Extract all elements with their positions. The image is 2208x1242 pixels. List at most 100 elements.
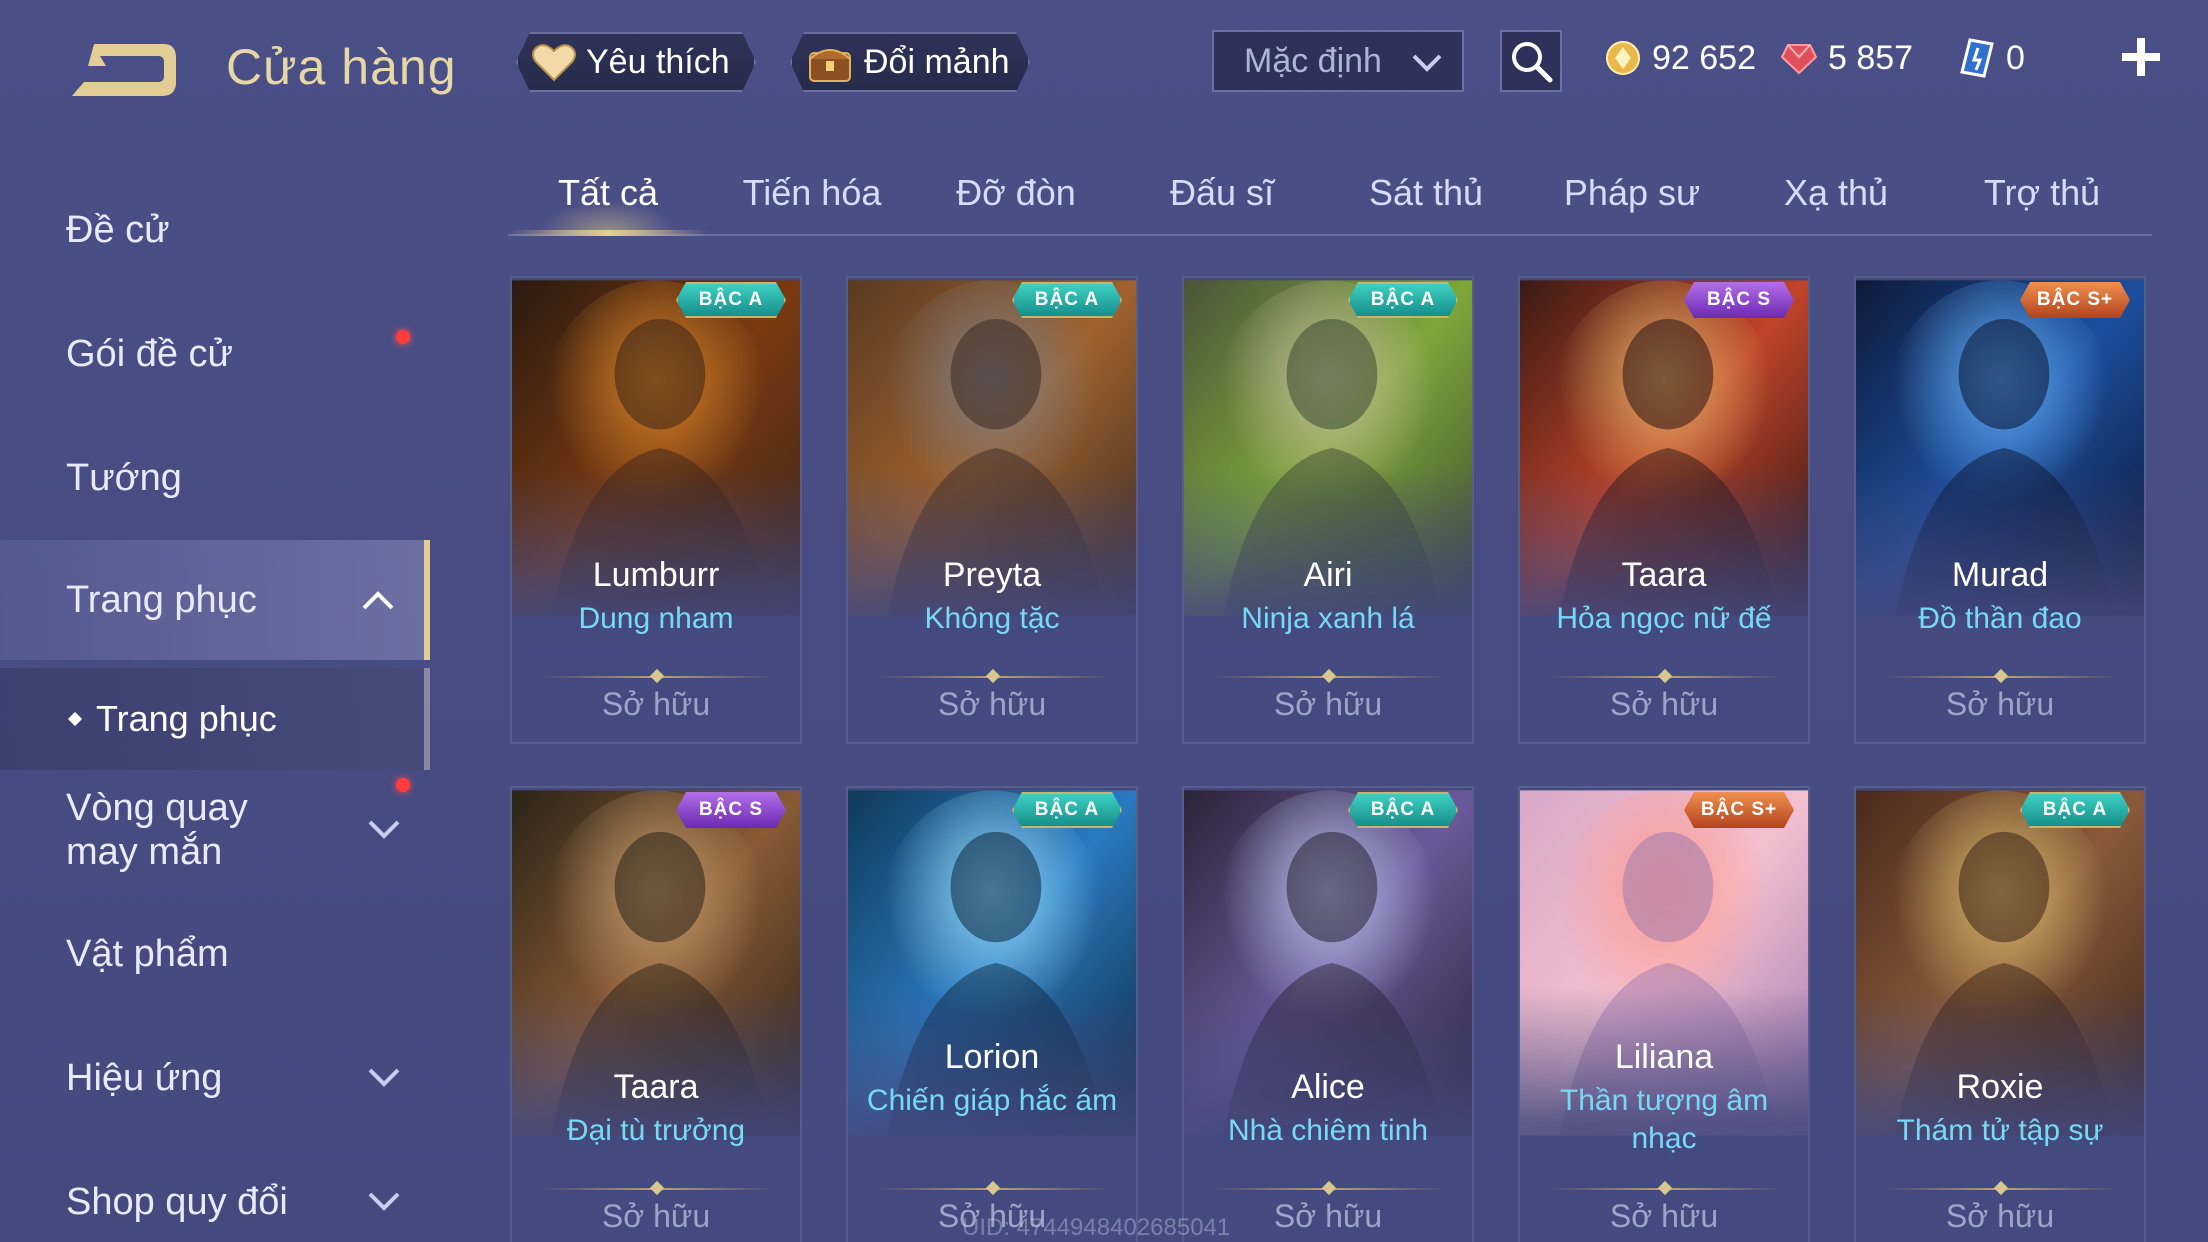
hero-name: Alice [1291, 1068, 1365, 1106]
tier-badge: BẬC A [676, 282, 786, 318]
sidebar-item-heroes[interactable]: Tướng [0, 418, 430, 538]
skin-name: Thần tượng âm nhạc [1559, 1084, 1769, 1155]
hero-name: Taara [1621, 556, 1707, 594]
hero-name: Lorion [944, 1038, 1040, 1076]
card-divider [542, 1188, 774, 1190]
gold-coin-icon [1606, 41, 1640, 75]
top-bar: Cửa hàng Yêu thích Đổi mảnh Mặc định 92 [0, 0, 2208, 130]
card-divider [878, 676, 1110, 678]
search-button[interactable] [1500, 30, 1562, 92]
skin-card[interactable]: BẬC A Lorion Chiến giáp hắc ám Sở hữu [846, 786, 1138, 1242]
tab-fighter[interactable]: Đấu sĩ [1132, 172, 1312, 214]
tier-badge: BẬC A [1012, 792, 1122, 828]
sidebar: Đề cử Gói đề cử Tướng Trang phục Trang p… [0, 130, 432, 1242]
skin-name: Không tặc [924, 602, 1060, 635]
card-divider [1550, 676, 1782, 678]
skin-card[interactable]: BẬC S Taara Hỏa ngọc nữ đế Sở hữu [1518, 276, 1810, 744]
skin-card[interactable]: BẬC S+ Murad Đồ thần đao Sở hữu [1854, 276, 2146, 744]
ownership-status: Sở hữu [1945, 686, 2055, 722]
skin-name: Thám tử tập sự [1896, 1114, 2104, 1147]
sort-dropdown[interactable]: Mặc định [1212, 30, 1464, 92]
skin-card[interactable]: BẬC A Airi Ninja xanh lá Sở hữu [1182, 276, 1474, 744]
card-divider [1214, 1188, 1446, 1190]
sidebar-item-label: Shop quy đổi [66, 1180, 288, 1223]
card-divider [1214, 676, 1446, 678]
uid-watermark: UID: 4744948402685041 [962, 1214, 1231, 1241]
sidebar-item-label: Đề cử [66, 208, 170, 251]
chevron-up-icon [362, 591, 394, 610]
card-divider [542, 676, 774, 678]
tab-mage[interactable]: Pháp sư [1542, 172, 1722, 214]
sidebar-item-label: Tướng [66, 456, 182, 499]
tier-badge: BẬC S [676, 792, 786, 828]
ownership-status: Sở hữu [1273, 686, 1383, 722]
ownership-status: Sở hữu [937, 686, 1047, 722]
sidebar-subitem-label: Trang phục [96, 698, 277, 739]
skin-name: Chiến giáp hắc ám [866, 1084, 1118, 1117]
skin-card[interactable]: BẬC S+ Liliana Thần tượng âm nhạc Sở hữu [1518, 786, 1810, 1242]
heart-icon [532, 42, 576, 82]
hero-name: Taara [613, 1068, 699, 1106]
tab-support[interactable]: Trợ thủ [1952, 172, 2132, 214]
tier-badge: BẬC S+ [1684, 792, 1794, 828]
voucher-amount: 0 [2006, 38, 2025, 77]
tab-tank[interactable]: Đỡ đòn [926, 172, 1106, 214]
tab-all[interactable]: Tất cả [518, 172, 698, 214]
sidebar-item-effects[interactable]: Hiệu ứng [0, 1018, 430, 1138]
skin-name: Nhà chiêm tinh [1227, 1114, 1429, 1147]
card-divider [1886, 1188, 2118, 1190]
ownership-status: Sở hữu [601, 686, 711, 722]
ownership-status: Sở hữu [601, 1198, 711, 1234]
sidebar-item-skins[interactable]: Trang phục [0, 540, 430, 660]
ruby-currency: 5 857 [1780, 34, 1913, 82]
skin-card[interactable]: BẬC A Roxie Thám tử tập sự Sở hữu [1854, 786, 2146, 1242]
ruby-gem-icon [1780, 44, 1818, 75]
skin-card[interactable]: BẬC A Preyta Không tặc Sở hữu [846, 276, 1138, 744]
favorite-label: Yêu thích [586, 42, 730, 81]
ownership-status: Sở hữu [1609, 1198, 1719, 1234]
favorite-button[interactable]: Yêu thích [516, 32, 756, 92]
skin-name: Ninja xanh lá [1241, 602, 1415, 635]
skin-name: Hỏa ngọc nữ đế [1556, 602, 1772, 635]
sidebar-subitem-skins[interactable]: Trang phục [0, 668, 430, 770]
sidebar-item-items[interactable]: Vật phẩm [0, 894, 430, 1014]
skin-card[interactable]: BẬC A Lumburr Dung nham Sở hữu [510, 276, 802, 744]
sidebar-item-label: Vòng quay may mắn [66, 787, 248, 873]
sidebar-item-label: Vật phẩm [66, 932, 229, 975]
sidebar-item-label: Trang phục [66, 578, 257, 621]
chevron-down-icon [368, 1192, 400, 1211]
ownership-status: Sở hữu [1945, 1198, 2055, 1234]
tab-assassin[interactable]: Sát thủ [1336, 172, 1516, 214]
hero-name: Roxie [1956, 1068, 2044, 1106]
sidebar-item-exchange-shop[interactable]: Shop quy đổi [0, 1142, 430, 1242]
skin-card[interactable]: BẬC S Taara Đại tù trưởng Sở hữu [510, 786, 802, 1242]
hero-name: Airi [1303, 556, 1353, 594]
skin-name: Dung nham [578, 602, 734, 635]
hero-name: Liliana [1614, 1038, 1714, 1076]
voucher-currency: 0 [1958, 34, 2025, 82]
bullet-diamond-icon [67, 711, 83, 727]
search-icon [1512, 42, 1553, 83]
exchange-fragments-button[interactable]: Đổi mảnh [790, 32, 1030, 92]
tier-badge: BẬC A [1348, 282, 1458, 318]
tier-badge: BẬC A [2020, 792, 2130, 828]
sidebar-item-label: Gói đề cử [66, 332, 233, 375]
sidebar-item-lucky-wheel[interactable]: Vòng quay may mắn [0, 770, 430, 890]
skin-name: Đồ thần đao [1918, 602, 2082, 635]
back-arrow-icon[interactable] [64, 36, 182, 104]
skin-card[interactable]: BẬC A Alice Nhà chiêm tinh Sở hữu [1182, 786, 1474, 1242]
sidebar-item-featured-bundles[interactable]: Gói đề cử [0, 294, 430, 414]
skin-name: Đại tù trưởng [566, 1114, 746, 1147]
ruby-amount: 5 857 [1828, 38, 1914, 77]
tab-evolution[interactable]: Tiến hóa [722, 172, 902, 214]
tab-marksman[interactable]: Xạ thủ [1746, 172, 1926, 214]
active-tab-underline [508, 230, 708, 236]
tier-badge: BẬC A [1348, 792, 1458, 828]
plus-icon[interactable] [2118, 34, 2164, 80]
sidebar-item-featured[interactable]: Đề cử [0, 170, 430, 290]
notification-dot [396, 778, 410, 792]
notification-dot [396, 330, 410, 344]
page-title: Cửa hàng [226, 39, 457, 95]
chevron-down-icon [368, 1068, 400, 1087]
chevron-down-icon [368, 820, 400, 839]
